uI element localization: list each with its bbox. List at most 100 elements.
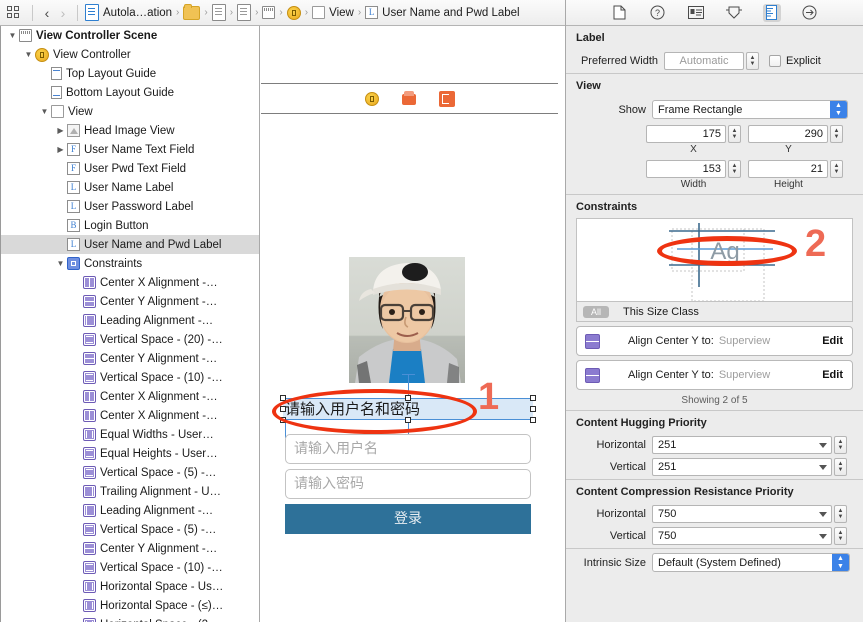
outline-row[interactable]: ▶Vertical Space - (10) -… — [0, 558, 259, 577]
outline-row[interactable]: ▶Equal Heights - User… — [0, 444, 259, 463]
outline-row[interactable]: ▶LUser Name Label — [0, 178, 259, 197]
disclosure-triangle[interactable]: ▼ — [6, 26, 19, 45]
outline-row[interactable]: ▶Horizontal Space - (≤)… — [0, 596, 259, 615]
outline-row[interactable]: ▶Horizontal Space - (2… — [0, 615, 259, 622]
hugging-vertical-stepper[interactable]: ▲ ▼ — [834, 458, 847, 476]
identity-inspector-icon[interactable] — [687, 4, 705, 22]
width-field[interactable]: 153 — [646, 160, 726, 178]
width-stepper[interactable]: ▲ ▼ — [728, 160, 741, 178]
outline-row[interactable]: ▼ Constraints — [0, 254, 259, 273]
constraint-edit-button[interactable]: Edit — [822, 335, 843, 347]
view-controller-icon[interactable] — [364, 91, 379, 106]
disclosure-triangle[interactable]: ▼ — [54, 254, 67, 273]
outline-row[interactable]: ▶Vertical Space - (20) -… — [0, 330, 259, 349]
hugging-horizontal-stepper[interactable]: ▲ ▼ — [834, 436, 847, 454]
explicit-checkbox[interactable] — [769, 55, 781, 67]
outline-row[interactable]: ▶Center Y Alignment -… — [0, 349, 259, 368]
compression-horizontal-field[interactable]: 750 — [652, 505, 832, 523]
y-stepper[interactable]: ▲ ▼ — [830, 125, 843, 143]
compression-vertical-field[interactable]: 750 — [652, 527, 832, 545]
outline-row[interactable]: ▶Bottom Layout Guide — [0, 83, 259, 102]
intrinsic-size-popup[interactable]: Default (System Defined) ▲ ▼ — [652, 553, 850, 572]
disclosure-triangle[interactable]: ▼ — [22, 45, 35, 64]
username-text-field[interactable]: 请输入用户名 — [285, 434, 531, 464]
login-button[interactable]: 登录 — [285, 504, 531, 534]
outline-row[interactable]: ▶Leading Alignment -… — [0, 311, 259, 330]
size-inspector-icon[interactable] — [762, 3, 781, 22]
compression-vertical-stepper[interactable]: ▲ ▼ — [834, 527, 847, 545]
size-class-pill[interactable]: All — [583, 305, 610, 318]
outline-row[interactable]: ▶ F User Name Text Field — [0, 140, 259, 159]
outline-row[interactable]: ▼ View Controller — [0, 45, 259, 64]
disclosure-triangle[interactable]: ▶ — [54, 121, 67, 140]
breadcrumb-label-item[interactable]: L User Name and Pwd Label — [364, 6, 520, 19]
outline-row[interactable]: ▶Horizontal Space - Us… — [0, 577, 259, 596]
size-class-bar[interactable]: All This Size Class — [576, 302, 853, 322]
preferred-width-stepper[interactable]: ▲ ▼ — [746, 52, 759, 70]
breadcrumb-group-1[interactable] — [211, 4, 227, 21]
compression-vertical-value: 750 — [658, 530, 677, 542]
hugging-vertical-field[interactable]: 251 — [652, 458, 832, 476]
forward-button[interactable]: › — [55, 6, 71, 20]
selection-handle[interactable] — [530, 395, 536, 401]
grid-icon — [7, 6, 20, 19]
outline-row[interactable]: ▶Top Layout Guide — [0, 64, 259, 83]
outline-row[interactable]: ▶BLogin Button — [0, 216, 259, 235]
outline-row[interactable]: ▶Center Y Alignment -… — [0, 292, 259, 311]
back-button[interactable]: ‹ — [39, 6, 55, 20]
inspector-tab-bar[interactable]: ? — [566, 0, 863, 26]
outline-row[interactable]: ▶ Head Image View — [0, 121, 259, 140]
compression-horizontal-stepper[interactable]: ▲ ▼ — [834, 505, 847, 523]
constraints-widget[interactable]: Ag 2 — [576, 218, 853, 302]
height-stepper[interactable]: ▲ ▼ — [830, 160, 843, 178]
outline-row[interactable]: ▶Vertical Space - (10) -… — [0, 368, 259, 387]
outline-row[interactable]: ▶FUser Pwd Text Field — [0, 159, 259, 178]
breadcrumb-folder[interactable] — [182, 3, 201, 20]
outline-row[interactable]: ▶Center Y Alignment -… — [0, 539, 259, 558]
y-field[interactable]: 290 — [748, 125, 828, 143]
outline-row[interactable]: ▶Center X Alignment -… — [0, 273, 259, 292]
preferred-width-field[interactable]: Automatic — [664, 52, 744, 70]
outline-row[interactable]: ▶Equal Widths - User… — [0, 425, 259, 444]
first-responder-icon[interactable] — [401, 90, 417, 107]
quick-help-icon[interactable]: ? — [649, 4, 667, 22]
outline-row[interactable]: ▶Center X Alignment -… — [0, 406, 259, 425]
document-outline[interactable]: ▼View Controller Scene▼View Controller▶T… — [0, 26, 260, 622]
breadcrumb-view[interactable]: View — [311, 6, 355, 19]
connections-inspector-icon[interactable] — [801, 4, 819, 22]
size-inspector-panel[interactable]: ? Label Preferred Width Automatic ▲ ▼ Exp… — [565, 0, 863, 622]
breadcrumb-project[interactable]: Autola…ation — [84, 4, 173, 21]
breadcrumb-view-controller[interactable] — [286, 5, 302, 20]
scene-dock[interactable] — [261, 84, 558, 114]
x-field[interactable]: 175 — [646, 125, 726, 143]
selection-handle[interactable] — [530, 406, 536, 412]
x-stepper[interactable]: ▲ ▼ — [728, 125, 741, 143]
button-icon: B — [67, 219, 80, 232]
outline-row[interactable]: ▶Leading Alignment -… — [0, 501, 259, 520]
hugging-horizontal-field[interactable]: 251 — [652, 436, 832, 454]
head-image-view[interactable] — [349, 257, 465, 383]
breadcrumb-group-2[interactable] — [236, 4, 252, 21]
constraint-edit-button[interactable]: Edit — [822, 369, 843, 381]
height-field[interactable]: 21 — [748, 160, 828, 178]
outline-row[interactable]: ▼ View — [0, 102, 259, 121]
exit-icon[interactable] — [438, 90, 455, 107]
show-popup-button[interactable]: Frame Rectangle ▲ ▼ — [652, 100, 848, 119]
outline-row[interactable]: ▶Center X Alignment -… — [0, 387, 259, 406]
tabs-toggle[interactable] — [0, 6, 26, 19]
constraint-row-1[interactable]: Align Center Y to: Superview Edit — [576, 360, 853, 390]
breadcrumb-storyboard[interactable] — [261, 6, 276, 19]
disclosure-triangle[interactable]: ▼ — [38, 102, 51, 121]
outline-row[interactable]: ▶LUser Name and Pwd Label — [0, 235, 259, 254]
outline-row[interactable]: ▶Vertical Space - (5) -… — [0, 463, 259, 482]
attributes-inspector-icon[interactable] — [725, 4, 743, 22]
outline-row[interactable]: ▶Trailing Alignment - U… — [0, 482, 259, 501]
outline-row[interactable]: ▶Vertical Space - (5) -… — [0, 520, 259, 539]
disclosure-triangle[interactable]: ▶ — [54, 140, 67, 159]
password-text-field[interactable]: 请输入密码 — [285, 469, 531, 499]
selection-handle[interactable] — [530, 417, 536, 423]
constraint-row-0[interactable]: Align Center Y to: Superview Edit — [576, 326, 853, 356]
outline-row[interactable]: ▶LUser Password Label — [0, 197, 259, 216]
outline-row[interactable]: ▼ View Controller Scene — [0, 26, 259, 45]
file-inspector-icon[interactable] — [611, 4, 629, 22]
